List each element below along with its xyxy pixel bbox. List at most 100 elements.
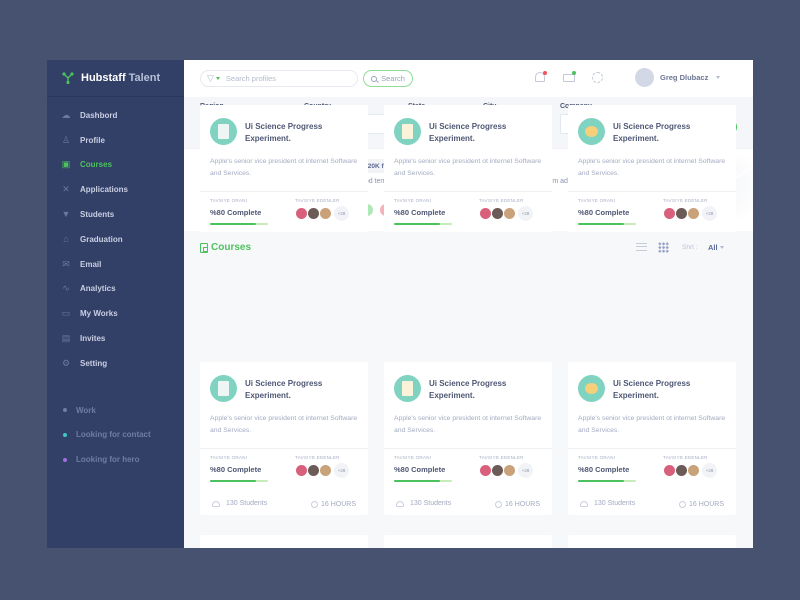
settings-button[interactable] [591, 71, 605, 85]
applications-icon: ✕ [62, 184, 70, 195]
more-recommenders-badge[interactable]: +28 [702, 463, 717, 478]
sidebar-item-applications[interactable]: ✕ Applications [47, 177, 184, 202]
notifications-button[interactable] [533, 71, 547, 85]
filter-icon[interactable]: ▽ [207, 73, 214, 84]
sidebar-item-graduation[interactable]: ⌂ Graduation [47, 227, 184, 252]
recommenders: +28 [295, 463, 349, 478]
course-card-partial[interactable] [568, 535, 736, 548]
courses-title-label: Courses [211, 242, 252, 253]
recommenders: +28 [663, 463, 717, 478]
course-description: Apple's senior vice president ot interne… [394, 415, 542, 434]
sidebar-item-label: My Works [80, 309, 118, 319]
recommender-avatar[interactable] [687, 207, 700, 220]
course-card[interactable]: Ui Science Progress Experiment. Apple's s… [384, 362, 552, 515]
sidebar-item-label: Email [80, 259, 102, 269]
invites-icon: ▤ [61, 333, 71, 344]
hours-text: 16 HOURS [505, 501, 541, 508]
course-title[interactable]: Ui Science Progress Experiment. [245, 121, 360, 145]
list-view-icon[interactable] [636, 243, 647, 251]
settings-icon: ⚙ [61, 357, 71, 368]
user-menu[interactable]: Greg Dlubacz [635, 68, 721, 87]
sidebar-tag-item[interactable]: Looking for contact [47, 423, 184, 448]
recommender-avatar[interactable] [503, 464, 516, 477]
hubstaff-logo-icon [62, 72, 74, 84]
messages-button[interactable] [562, 71, 576, 85]
brand[interactable]: Hubstaff Talent [47, 60, 184, 97]
sidebar-item-invites[interactable]: ▤ Invites [47, 326, 184, 351]
sidebar-item-setting[interactable]: ⚙ Setting [47, 351, 184, 376]
briefcase-icon: ▭ [61, 308, 71, 319]
course-title[interactable]: Ui Science Progress Experiment. [613, 121, 728, 145]
students-count: 130 Students [580, 500, 635, 507]
recommender-avatar[interactable] [687, 464, 700, 477]
sidebar-item-courses[interactable]: ▣ Courses [47, 153, 184, 178]
course-card[interactable]: Ui Science Progress Experiment. Apple's s… [200, 362, 368, 515]
students-icon: ▼ [61, 209, 71, 220]
user-name: Greg Dlubacz [660, 73, 709, 82]
tablet-icon [210, 118, 237, 145]
search-input[interactable] [225, 74, 346, 83]
recommender-avatar[interactable] [319, 464, 332, 477]
rate-label: TAVSIYE ORANI [394, 198, 432, 203]
sidebar-item-label: Dashbord [80, 110, 118, 120]
hours-text: 16 HOURS [689, 501, 725, 508]
brand-sub: Talent [128, 72, 161, 84]
sidebar-tag-label: Looking for contact [76, 430, 151, 440]
progress-text: %80 Complete [210, 465, 262, 474]
course-card-head: Ui Science Progress Experiment. Apple's s… [200, 362, 368, 448]
course-card[interactable]: Ui Science Progress Experiment. Apple's s… [568, 362, 736, 515]
students-icon [396, 500, 404, 507]
course-description: Apple's senior vice president ot interne… [210, 415, 358, 434]
email-icon: ✉ [62, 258, 70, 269]
top-search-button[interactable]: Search [363, 70, 413, 87]
more-recommenders-badge[interactable]: +28 [518, 463, 533, 478]
recommender-avatar[interactable] [503, 207, 516, 220]
course-title[interactable]: Ui Science Progress Experiment. [245, 378, 360, 402]
sidebar-item-dashbord[interactable]: ☁ Dashbord [47, 103, 184, 128]
sidebar-item-email[interactable]: ✉ Email [47, 252, 184, 277]
notification-dot [543, 71, 547, 75]
more-recommenders-badge[interactable]: +28 [334, 463, 349, 478]
recommenders-label: TAVSIYE EDENLER [479, 198, 524, 203]
search-box[interactable]: ▽ [200, 70, 358, 87]
progress-text: %80 Complete [394, 208, 446, 217]
progress-text: %80 Complete [210, 208, 262, 217]
course-card-head: Ui Science Progress Experiment. Apple's s… [384, 362, 552, 448]
sidebar-tag-item[interactable]: Work [47, 398, 184, 423]
sidebar-tag-item[interactable]: Looking for hero [47, 447, 184, 472]
document-chart-icon [394, 375, 421, 402]
recommenders-label: TAVSIYE EDENLER [663, 455, 708, 460]
more-recommenders-badge[interactable]: +28 [518, 206, 533, 221]
dashboard-icon: ☁ [61, 109, 71, 120]
more-recommenders-badge[interactable]: +28 [334, 206, 349, 221]
grid-view-icon[interactable] [658, 242, 669, 253]
graduation-icon: ⌂ [63, 233, 69, 244]
course-card-head: Ui Science Progress Experiment. Apple's s… [568, 362, 736, 448]
avatar [635, 68, 654, 87]
sidebar-item-my-works[interactable]: ▭ My Works [47, 301, 184, 326]
courses-icon: ▣ [61, 159, 71, 170]
sort-select[interactable]: All [708, 243, 724, 252]
course-title[interactable]: Ui Science Progress Experiment. [613, 378, 728, 402]
course-title[interactable]: Ui Science Progress Experiment. [429, 378, 544, 402]
sidebar-item-analytics[interactable]: ∿ Analytics [47, 277, 184, 302]
progress-bar-fill [210, 480, 257, 482]
clock-icon [311, 501, 318, 508]
sidebar: Hubstaff Talent ☁ Dashbord ♙ Profile ▣ Course… [47, 60, 184, 548]
main-content: ▽ Search profiles Search Greg Dlubacz 20… [184, 60, 753, 548]
course-card-partial[interactable] [200, 535, 368, 548]
sidebar-item-students[interactable]: ▼ Students [47, 202, 184, 227]
rate-label: TAVSIYE ORANI [210, 198, 248, 203]
progress-bar [578, 480, 636, 482]
sidebar-item-profile[interactable]: ♙ Profile [47, 128, 184, 153]
clock-icon [679, 501, 686, 508]
course-title[interactable]: Ui Science Progress Experiment. [429, 121, 544, 145]
tag-dot-icon [63, 432, 67, 437]
recommender-avatar[interactable] [319, 207, 332, 220]
course-card-partial[interactable] [384, 535, 552, 548]
search-icon [371, 75, 378, 82]
course-description: Apple's senior vice president ot interne… [394, 158, 542, 177]
more-recommenders-badge[interactable]: +28 [702, 206, 717, 221]
filter-caret-icon[interactable] [215, 77, 220, 80]
analytics-icon: ∿ [62, 283, 70, 294]
